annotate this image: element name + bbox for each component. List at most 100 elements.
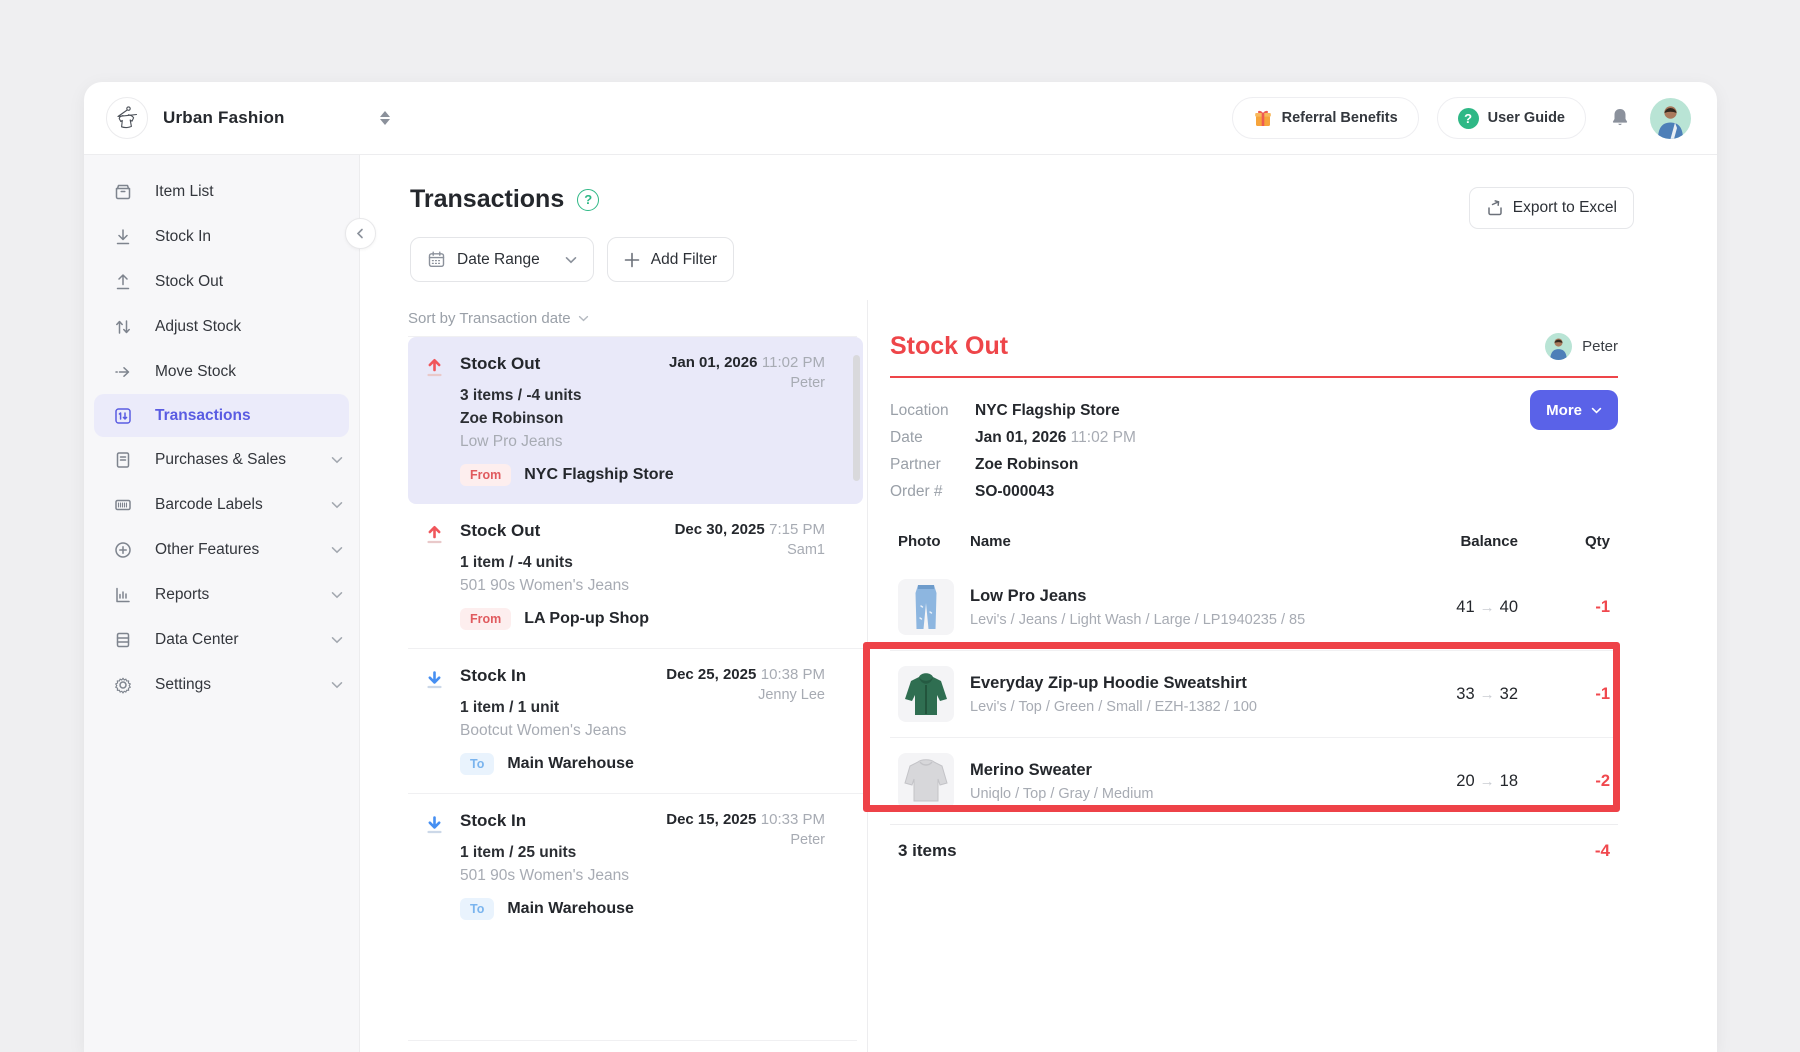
item-name: Merino Sweater xyxy=(970,761,1388,780)
gift-icon xyxy=(1253,108,1273,128)
question-badge-icon: ? xyxy=(1458,108,1479,129)
red-divider xyxy=(890,376,1618,378)
sidebar-item-purchases-sales[interactable]: Purchases & Sales xyxy=(84,437,359,482)
sidebar-item-label: Data Center xyxy=(155,631,239,649)
sidebar-item-item-list[interactable]: Item List xyxy=(84,169,359,214)
item-row-merino-sweater[interactable]: Merino Sweater Uniqlo / Top / Gray / Medi… xyxy=(890,737,1618,824)
chevron-down-icon xyxy=(331,591,343,599)
settings-icon xyxy=(112,674,133,695)
field-label-date: Date xyxy=(890,429,975,447)
transaction-user: Peter xyxy=(666,832,825,848)
workspace-switcher[interactable] xyxy=(380,111,390,125)
item-row-low-pro-jeans[interactable]: Low Pro JeansLevi's / Jeans / Light Wash… xyxy=(890,564,1618,650)
page-title: Transactions xyxy=(410,185,564,214)
column-header-photo: Photo xyxy=(898,533,970,550)
chevron-down-icon xyxy=(331,546,343,554)
sidebar-item-settings[interactable]: Settings xyxy=(84,662,359,707)
stock-out-arrow-icon xyxy=(423,356,446,486)
sidebar-item-label: Move Stock xyxy=(155,363,236,381)
transaction-date: Jan 01, 2026 xyxy=(669,354,757,371)
sidebar-collapse-button[interactable] xyxy=(345,218,376,249)
user-avatar[interactable] xyxy=(1650,98,1691,139)
transaction-time: 10:38 PM xyxy=(761,666,825,683)
transaction-datetime: Dec 15, 2025 10:33 PMPeter xyxy=(666,811,825,848)
transaction-item: 501 90s Women's Jeans xyxy=(460,574,825,597)
date-range-dropdown[interactable]: Date Range xyxy=(410,237,594,282)
transaction-datetime: Jan 01, 2026 11:02 PMPeter xyxy=(669,354,825,391)
divider xyxy=(408,1040,857,1041)
date-range-label: Date Range xyxy=(457,251,540,269)
chevron-down-icon xyxy=(331,501,343,509)
transaction-date: Dec 15, 2025 xyxy=(666,811,756,828)
sort-by-dropdown[interactable]: Sort by Transaction date xyxy=(408,300,857,337)
sidebar-item-label: Stock In xyxy=(155,228,211,246)
move-stock-icon xyxy=(112,361,133,382)
sidebar-item-label: Item List xyxy=(155,183,214,201)
updown-caret-icon xyxy=(380,111,390,117)
field-value-location: NYC Flagship Store xyxy=(975,402,1618,420)
user-avatar xyxy=(1545,333,1572,360)
stock-in-arrow-icon xyxy=(423,668,446,775)
jeans-photo xyxy=(898,579,954,635)
transaction-detail-pane: Stock Out Peter LocationNYC Flags xyxy=(868,300,1717,1052)
transaction-user: Peter xyxy=(669,375,825,391)
sidebar-item-label: Barcode Labels xyxy=(155,496,263,514)
column-header-name: Name xyxy=(970,533,1388,550)
question-circle-icon[interactable]: ? xyxy=(577,189,599,211)
adjust-stock-icon xyxy=(112,316,133,337)
transaction-list-pane: Sort by Transaction date Stock Out3 item… xyxy=(360,300,868,1052)
transaction-card-3[interactable]: Stock In1 item / 1 unitBootcut Women's J… xyxy=(408,648,863,793)
tshirt-hanger-icon xyxy=(114,105,140,131)
stock-out-arrow-icon xyxy=(423,523,446,630)
list-scrollbar[interactable] xyxy=(853,355,860,481)
item-name: Low Pro Jeans xyxy=(970,587,1388,606)
arrow-right-icon: → xyxy=(1475,599,1500,616)
transaction-card-2[interactable]: Stock Out1 item / -4 units501 90s Women'… xyxy=(408,504,863,648)
sidebar-item-label: Reports xyxy=(155,586,209,604)
sidebar-item-label: Stock Out xyxy=(155,273,223,291)
transaction-location: Main Warehouse xyxy=(507,755,634,773)
sidebar-item-data-center[interactable]: Data Center xyxy=(84,617,359,662)
chevron-down-icon xyxy=(1591,407,1602,414)
sidebar-item-stock-in[interactable]: Stock In xyxy=(84,214,359,259)
stock-in-arrow-icon xyxy=(423,813,446,920)
field-label-location: Location xyxy=(890,402,975,420)
stock-out-icon xyxy=(112,271,133,292)
stock-in-icon xyxy=(112,226,133,247)
sidebar-item-other-features[interactable]: Other Features xyxy=(84,527,359,572)
top-bar: Urban Fashion Referral Benefits ? User G… xyxy=(84,82,1717,155)
field-label-order: Order # xyxy=(890,483,975,501)
chevron-down-icon xyxy=(331,636,343,644)
transaction-item: 501 90s Women's Jeans xyxy=(460,864,825,887)
calendar-icon xyxy=(427,250,446,269)
transaction-card-4[interactable]: Stock In1 item / 25 units501 90s Women's… xyxy=(408,793,863,938)
table-total-row: 3 items -4 xyxy=(890,824,1618,877)
workspace-name: Urban Fashion xyxy=(163,108,285,128)
item-balance: 20→18 xyxy=(1388,772,1518,791)
sidebar-item-transactions[interactable]: Transactions xyxy=(94,394,349,437)
reports-icon xyxy=(112,584,133,605)
detail-title: Stock Out xyxy=(890,332,1008,361)
item-attributes: Uniqlo / Top / Gray / Medium xyxy=(970,786,1388,802)
sidebar-item-label: Other Features xyxy=(155,541,259,559)
sidebar-item-move-stock[interactable]: Move Stock xyxy=(84,349,359,394)
detail-user-name: Peter xyxy=(1582,338,1618,355)
item-row-everyday-zip-up-hoodie-sweatshirt[interactable]: Everyday Zip-up Hoodie SweatshirtLevi's … xyxy=(890,650,1618,737)
sidebar-item-stock-out[interactable]: Stock Out xyxy=(84,259,359,304)
detail-user: Peter xyxy=(1545,333,1618,360)
sidebar-item-adjust-stock[interactable]: Adjust Stock xyxy=(84,304,359,349)
workspace-logo[interactable] xyxy=(106,97,148,139)
sidebar-item-label: Purchases & Sales xyxy=(155,451,286,469)
item-attributes: Levi's / Top / Green / Small / EZH-1382 … xyxy=(970,699,1388,715)
more-button[interactable]: More xyxy=(1530,390,1618,430)
referral-benefits-button[interactable]: Referral Benefits xyxy=(1232,97,1419,139)
add-filter-button[interactable]: Add Filter xyxy=(607,237,734,282)
item-qty: -1 xyxy=(1518,598,1610,617)
user-guide-button[interactable]: ? User Guide xyxy=(1437,97,1586,139)
export-to-excel-button[interactable]: Export to Excel xyxy=(1469,187,1634,229)
updown-caret-icon xyxy=(380,119,390,125)
sidebar-item-reports[interactable]: Reports xyxy=(84,572,359,617)
transaction-card-1[interactable]: Stock Out3 items / -4 unitsZoe RobinsonL… xyxy=(408,337,863,504)
sidebar-item-barcode-labels[interactable]: Barcode Labels xyxy=(84,482,359,527)
notifications-bell-icon[interactable] xyxy=(1608,106,1632,130)
